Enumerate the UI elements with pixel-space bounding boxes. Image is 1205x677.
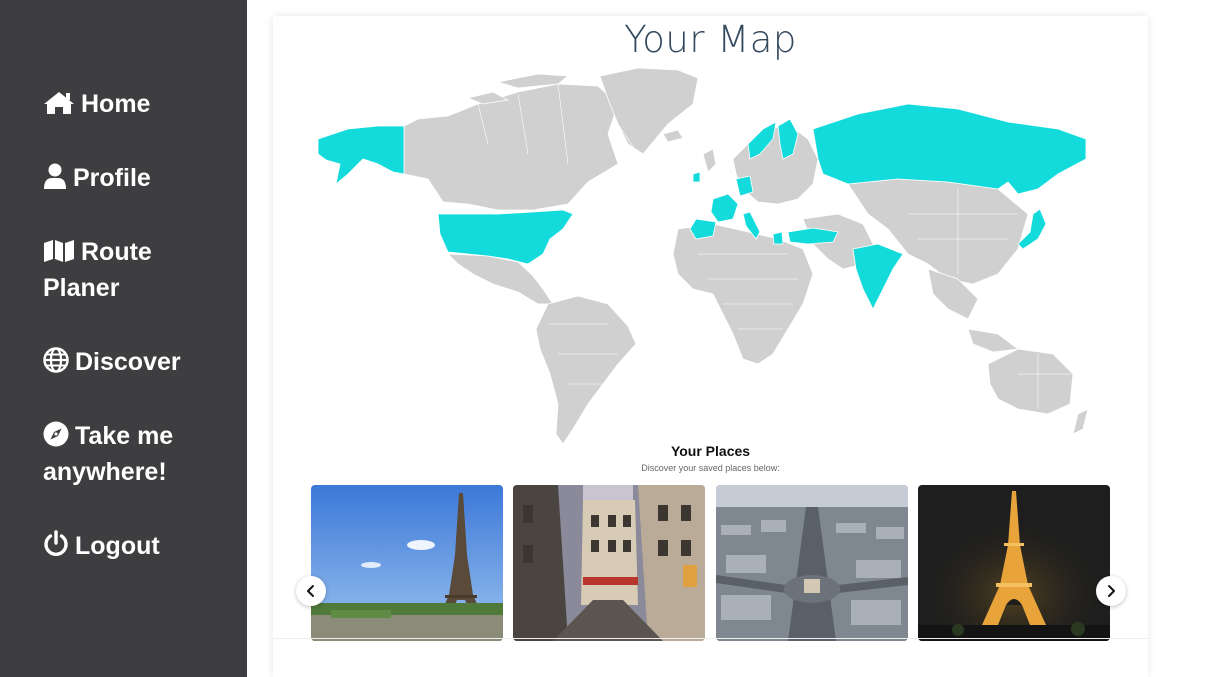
carousel-prev-button[interactable] <box>296 576 326 606</box>
map-country-mexico <box>446 253 554 305</box>
globe-icon <box>43 347 69 373</box>
map-country-alaska <box>318 125 405 186</box>
map-country-france <box>710 193 739 223</box>
sidebar-item-logout[interactable]: Logout <box>43 528 233 564</box>
place-card[interactable] <box>716 485 908 641</box>
map-country-ireland <box>692 171 701 183</box>
world-map[interactable] <box>318 64 1091 444</box>
page-title: Your Map <box>624 18 797 61</box>
place-image-eiffel-tower-night <box>918 485 1110 641</box>
chevron-left-icon <box>307 585 314 597</box>
power-icon <box>44 530 68 557</box>
compass-icon <box>43 421 69 447</box>
map-country-russia <box>812 103 1087 195</box>
places-title: Your Places <box>670 443 751 459</box>
carousel-next-button[interactable] <box>1096 576 1126 606</box>
place-card[interactable] <box>311 485 503 641</box>
place-image-paris-street <box>513 485 705 641</box>
sidebar-item-route-planer[interactable]: Route Planer <box>43 234 233 306</box>
map-country-iceland <box>662 129 684 143</box>
sidebar-item-label: Logout <box>75 532 160 560</box>
place-card[interactable] <box>918 485 1110 641</box>
user-icon <box>44 163 66 189</box>
map-country-australia <box>987 348 1074 415</box>
sidebar-item-discover[interactable]: Discover <box>43 344 233 380</box>
place-image-arc-de-triomphe-aerial <box>716 485 908 641</box>
sidebar-item-label: Discover <box>75 348 181 376</box>
chevron-right-icon <box>1108 585 1115 597</box>
sidebar-item-label: Profile <box>73 164 151 192</box>
map-country-uk <box>702 148 717 173</box>
map-country-india <box>852 243 904 310</box>
place-image-eiffel-tower-day <box>311 485 503 641</box>
map-country-germany <box>735 175 754 197</box>
map-icon <box>44 240 74 262</box>
map-continent-south-america <box>535 295 637 444</box>
sidebar-item-home[interactable]: Home <box>43 86 233 122</box>
card-divider <box>273 638 1148 639</box>
map-country-greece <box>772 231 784 245</box>
main-card: Your Map Your Places Discover your saved… <box>273 16 1148 677</box>
sidebar-item-label: Home <box>81 90 151 118</box>
map-country-greenland <box>599 67 699 155</box>
sidebar-item-profile[interactable]: Profile <box>43 160 233 196</box>
app: Home Profile Route Planer Discover Take … <box>0 0 1205 677</box>
home-icon <box>44 92 74 114</box>
map-country-turkey <box>787 227 839 245</box>
places-subtitle: Discover your saved places below: <box>641 463 780 473</box>
sidebar-item-take-me-anywhere[interactable]: Take me anywhere! <box>43 418 233 490</box>
places-carousel <box>311 485 1111 641</box>
map-country-new-zealand <box>1072 408 1089 435</box>
map-country-canada <box>403 83 619 211</box>
sidebar: Home Profile Route Planer Discover Take … <box>0 0 247 677</box>
map-country-spain <box>689 218 717 240</box>
map-continent-africa <box>672 223 814 365</box>
place-card[interactable] <box>513 485 705 641</box>
